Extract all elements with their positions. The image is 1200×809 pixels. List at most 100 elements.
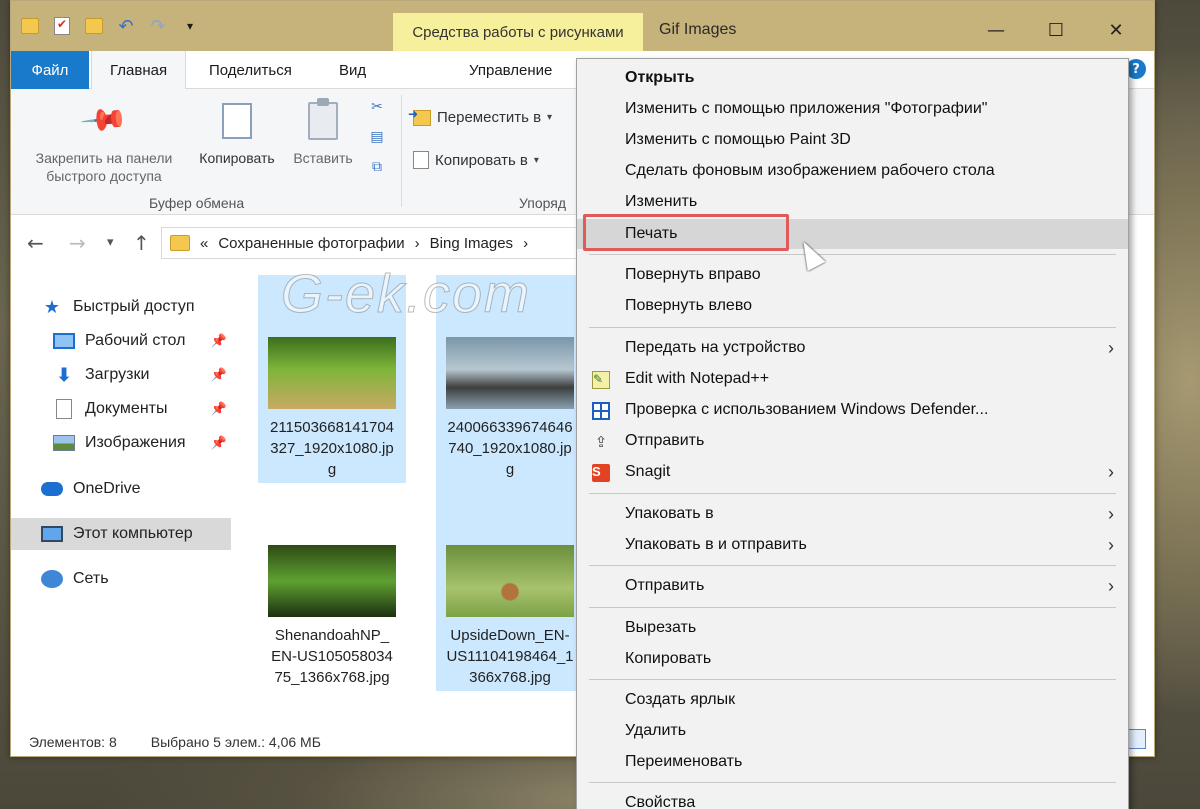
menu-separator xyxy=(589,782,1116,783)
chevron-right-icon: › xyxy=(1108,534,1114,555)
status-bar: Элементов: 8 Выбрано 5 элем.: 4,06 МБ xyxy=(11,729,591,755)
file-name-line: ShenandoahNP_ xyxy=(274,627,390,644)
star-icon: ★ xyxy=(43,296,61,317)
redo-icon[interactable]: ↷ xyxy=(147,15,169,37)
menu-item-cut[interactable]: Вырезать xyxy=(577,613,1128,643)
menu-item-properties[interactable]: Свойства xyxy=(577,788,1128,809)
list-item[interactable]: 240066339674646 740_1920x1080.jp g xyxy=(436,275,584,483)
copy-to-label: Копировать в xyxy=(435,151,528,169)
menu-item-label: Упаковать в и отправить xyxy=(625,536,807,553)
tab-file[interactable]: Файл xyxy=(11,51,89,89)
list-item[interactable]: UpsideDown_EN- US11104198464_1 366x768.j… xyxy=(436,483,584,691)
menu-item-copy[interactable]: Копировать xyxy=(577,644,1128,674)
item-count: Элементов: 8 xyxy=(29,734,117,750)
menu-item-label: Отправить xyxy=(625,432,705,449)
menu-item-cast-to-device[interactable]: Передать на устройство › xyxy=(577,333,1128,363)
menu-item-rotate-right[interactable]: Повернуть вправо xyxy=(577,260,1128,290)
back-arrow-icon[interactable]: ← xyxy=(27,231,44,255)
paste-button[interactable]: Вставить xyxy=(285,98,361,167)
menu-item-snagit[interactable]: S Snagit › xyxy=(577,457,1128,487)
move-to-button[interactable]: Переместить в ▾ xyxy=(408,107,552,127)
desktop-icon xyxy=(53,331,75,351)
copy-icon xyxy=(215,99,257,143)
nav-item-this-pc[interactable]: Этот компьютер xyxy=(11,518,231,550)
copy-button[interactable]: Копировать xyxy=(189,99,285,167)
nav-item-label: Изображения xyxy=(85,434,186,451)
nav-item-onedrive[interactable]: OneDrive xyxy=(41,473,261,505)
menu-item-rotate-left[interactable]: Повернуть влево xyxy=(577,291,1128,321)
properties-icon[interactable] xyxy=(51,15,73,37)
breadcrumb-separator[interactable]: › xyxy=(523,235,528,252)
pin-quick-access-button[interactable]: 📌 Закрепить на панели быстрого доступа xyxy=(19,96,189,185)
menu-separator xyxy=(589,607,1116,608)
minimize-button[interactable]: — xyxy=(981,15,1011,45)
menu-item-delete[interactable]: Удалить xyxy=(577,716,1128,746)
paste-icon xyxy=(303,98,343,143)
menu-item-send-to[interactable]: Отправить › xyxy=(577,571,1128,601)
image-thumbnail xyxy=(446,545,574,617)
copy-path-icon[interactable]: ▤ xyxy=(367,127,387,147)
move-to-label: Переместить в xyxy=(437,109,542,126)
tab-view[interactable]: Вид xyxy=(321,51,384,89)
cloud-icon xyxy=(41,479,63,499)
nav-item-label: Документы xyxy=(85,400,168,417)
menu-item-pack-send[interactable]: Упаковать в и отправить › xyxy=(577,530,1128,560)
tab-share[interactable]: Поделиться xyxy=(191,51,310,89)
copy-to-icon xyxy=(413,151,429,169)
list-item[interactable]: 211503668141704 327_1920x1080.jp g xyxy=(258,275,406,483)
up-arrow-icon[interactable]: ↑ xyxy=(133,231,150,255)
tab-manage[interactable]: Управление xyxy=(451,51,570,89)
breadcrumb-bing-images[interactable]: Bing Images xyxy=(430,235,513,252)
copy-label: Копировать xyxy=(199,150,275,166)
image-thumbnail xyxy=(446,337,574,409)
paste-shortcut-icon[interactable]: ⧉ xyxy=(367,157,387,177)
nav-item-documents[interactable]: Документы 📌 xyxy=(53,393,231,425)
picture-tools-context-tab[interactable]: Средства работы с рисунками xyxy=(393,13,643,51)
breadcrumb-overflow[interactable]: « xyxy=(200,235,208,252)
menu-item-label: Отправить xyxy=(625,577,705,594)
file-name-line: US11104198464_1 xyxy=(446,648,574,665)
file-name-line: g xyxy=(327,461,337,478)
nav-item-label: Быстрый доступ xyxy=(73,298,195,315)
maximize-button[interactable]: ☐ xyxy=(1041,15,1071,45)
new-folder-icon[interactable] xyxy=(83,15,105,37)
copy-to-button[interactable]: Копировать в ▾ xyxy=(413,151,539,169)
nav-item-network[interactable]: Сеть xyxy=(41,563,261,595)
move-to-icon xyxy=(408,107,431,126)
ribbon-separator xyxy=(401,95,402,207)
nav-item-images[interactable]: Изображения 📌 xyxy=(53,427,231,459)
pin-label-line1: Закрепить на панели xyxy=(35,150,173,166)
breadcrumb-saved-pictures[interactable]: Сохраненные фотографии xyxy=(218,235,404,252)
menu-item-notepad[interactable]: ✎ Edit with Notepad++ xyxy=(577,364,1128,394)
folder-icon[interactable] xyxy=(19,15,41,37)
menu-item-pack[interactable]: Упаковать в › xyxy=(577,499,1128,529)
menu-item-edit[interactable]: Изменить xyxy=(577,187,1128,217)
forward-arrow-icon[interactable]: → xyxy=(69,231,86,255)
menu-item-set-wallpaper[interactable]: Сделать фоновым изображением рабочего ст… xyxy=(577,156,1128,186)
menu-item-create-shortcut[interactable]: Создать ярлык xyxy=(577,685,1128,715)
customize-chevron-down-icon[interactable]: ▾ xyxy=(179,15,201,37)
help-icon[interactable]: ? xyxy=(1126,59,1146,79)
nav-item-desktop[interactable]: Рабочий стол 📌 xyxy=(53,325,231,357)
undo-icon[interactable]: ↶ xyxy=(115,15,137,37)
navigation-pane: ★ Быстрый доступ Рабочий стол 📌 ⬇ Загруз… xyxy=(11,273,236,713)
pin-icon: 📌 xyxy=(210,333,227,348)
recent-chevron-down-icon[interactable]: ▾ xyxy=(107,235,114,250)
menu-item-open[interactable]: Открыть xyxy=(577,63,1128,93)
menu-item-share[interactable]: ⇪ Отправить xyxy=(577,426,1128,456)
tab-home[interactable]: Главная xyxy=(91,51,187,90)
menu-item-label: Проверка с использованием Windows Defend… xyxy=(625,401,989,418)
pin-icon: 📌 xyxy=(210,401,227,416)
menu-item-edit-paint3d[interactable]: Изменить с помощью Paint 3D xyxy=(577,125,1128,155)
breadcrumb-separator[interactable]: › xyxy=(415,235,420,252)
menu-item-rename[interactable]: Переименовать xyxy=(577,747,1128,777)
nav-item-label: OneDrive xyxy=(73,480,141,497)
menu-item-print[interactable]: Печать xyxy=(577,219,1128,249)
menu-item-edit-photos[interactable]: Изменить с помощью приложения "Фотографи… xyxy=(577,94,1128,124)
cut-icon[interactable]: ✂ xyxy=(367,97,387,117)
list-item[interactable]: ShenandoahNP_ EN-US105058034 75_1366x768… xyxy=(258,539,406,689)
close-button[interactable]: ✕ xyxy=(1101,15,1131,45)
menu-item-defender[interactable]: Проверка с использованием Windows Defend… xyxy=(577,395,1128,425)
nav-item-quick-access[interactable]: ★ Быстрый доступ xyxy=(41,291,261,323)
nav-item-downloads[interactable]: ⬇ Загрузки 📌 xyxy=(53,359,231,391)
